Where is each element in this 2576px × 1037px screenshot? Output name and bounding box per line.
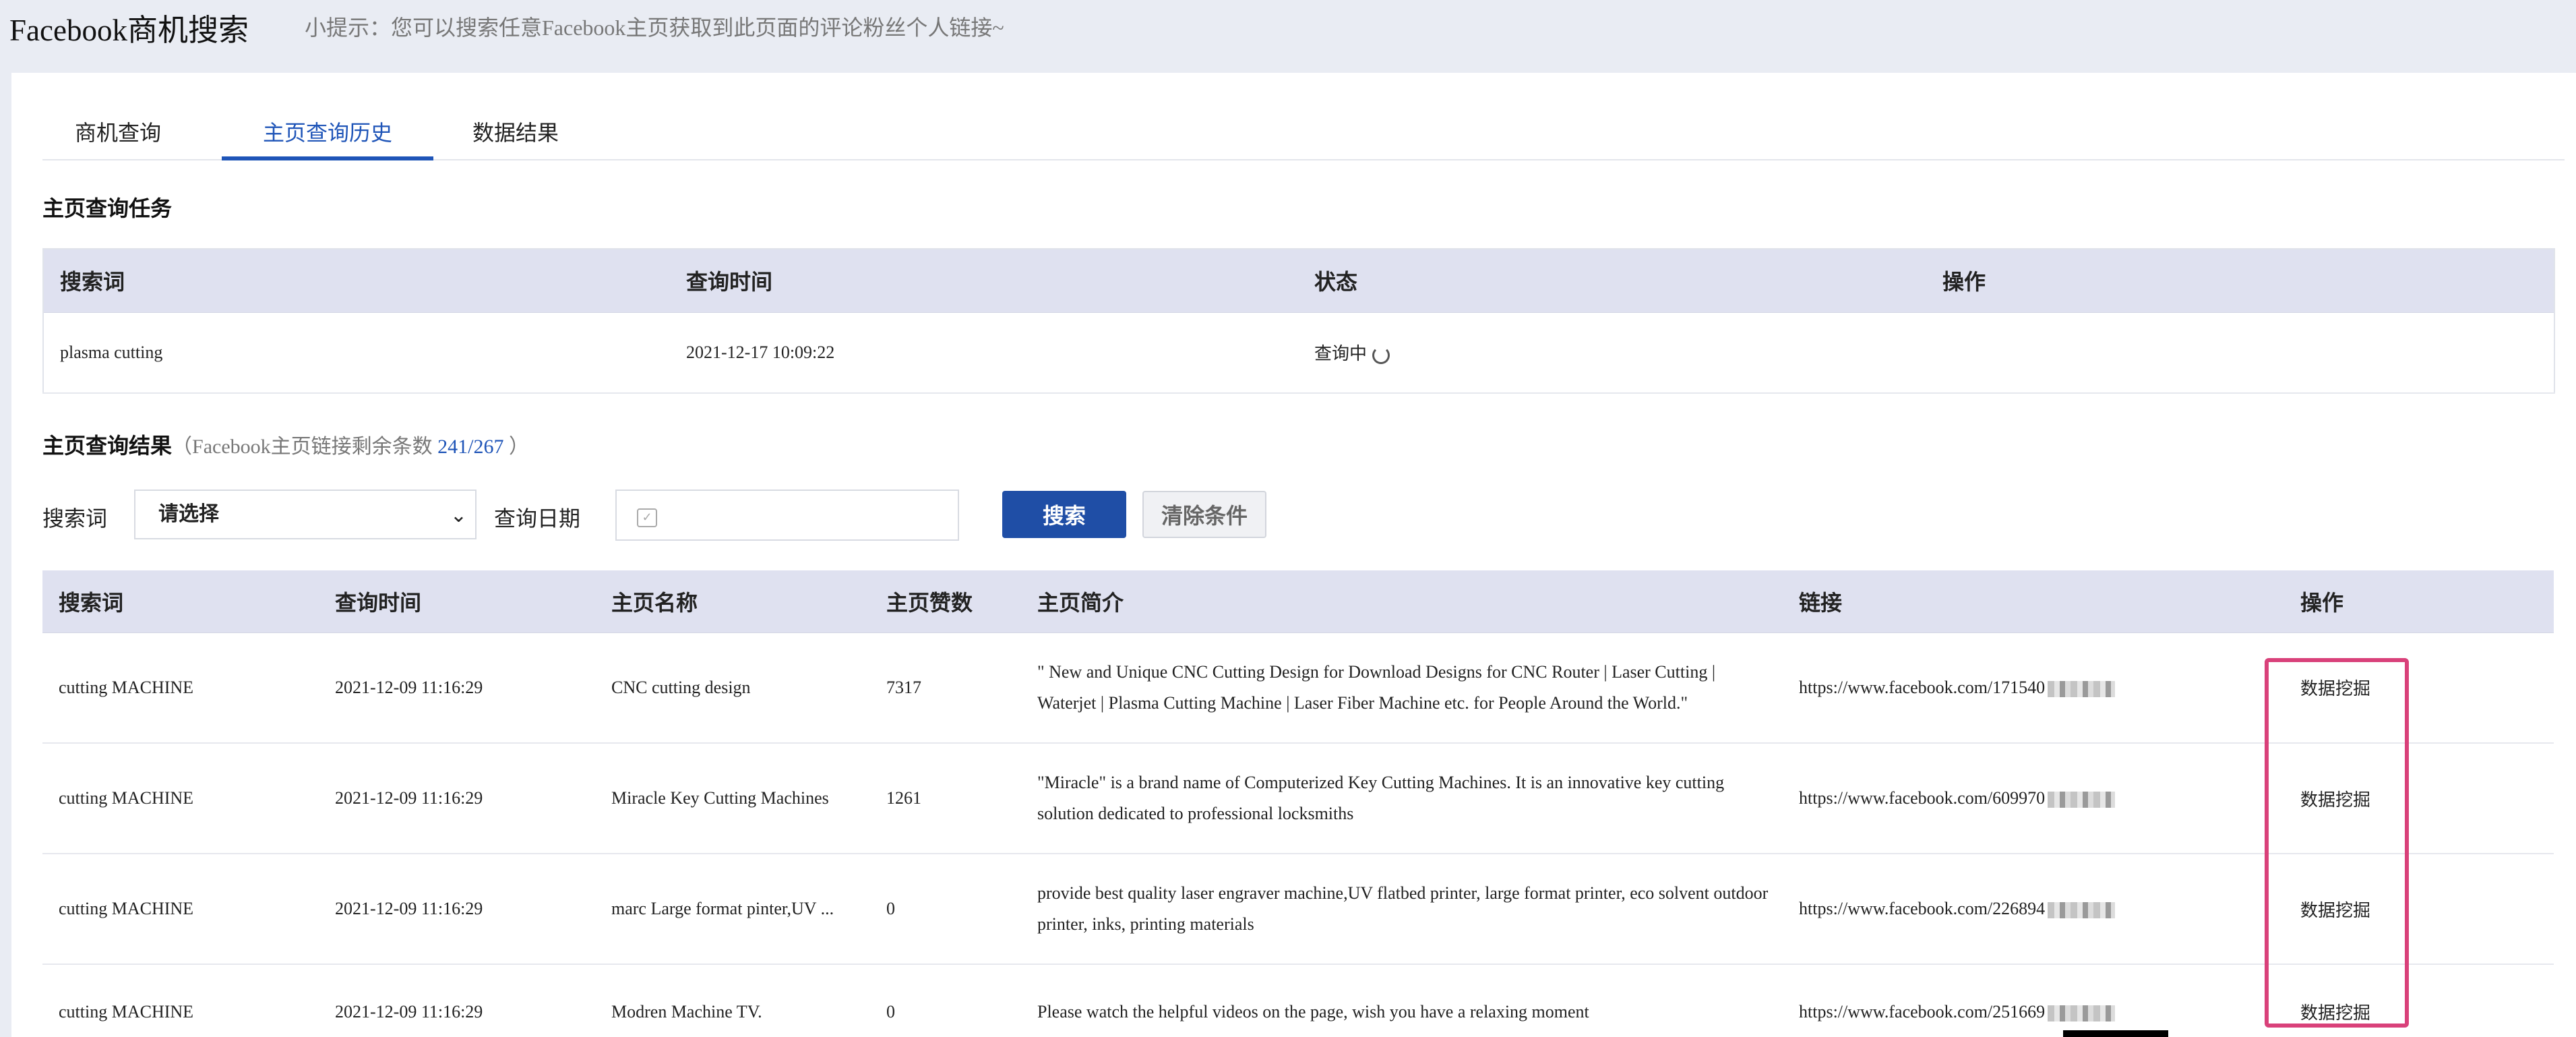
- row-time: 2021-12-09 11:16:29: [319, 854, 595, 965]
- row-description: provide best quality laser engraver mach…: [1021, 854, 1783, 965]
- result-section-title: 主页查询结果（Facebook主页链接剩余条数 241/267 ）: [42, 429, 529, 460]
- task-table-header: 搜索词 查询时间 状态 操作: [43, 249, 2554, 313]
- row-action: 数据挖掘: [2284, 854, 2554, 965]
- column-header: 查询时间: [319, 570, 595, 633]
- tab-opportunity-search[interactable]: 商机查询: [63, 105, 173, 160]
- column-header: 搜索词: [42, 570, 319, 633]
- row-likes: 0: [870, 854, 1021, 965]
- column-header: 操作: [1926, 249, 2554, 313]
- data-mining-button[interactable]: 数据挖掘: [2300, 1003, 2370, 1023]
- status-text: 查询中: [1314, 344, 1368, 364]
- hint-text: 小提示：您可以搜索任意Facebook主页获取到此页面的评论粉丝个人链接~: [305, 16, 1004, 40]
- data-mining-button[interactable]: 数据挖掘: [2300, 679, 2370, 699]
- calendar-icon: ✓: [637, 508, 657, 527]
- keyword-filter-label: 搜索词: [42, 506, 108, 531]
- task-time: 2021-12-17 10:09:22: [670, 312, 1298, 394]
- date-filter-label: 查询日期: [494, 506, 581, 531]
- link-text[interactable]: https://www.facebook.com/251669: [1799, 1002, 2045, 1021]
- chevron-down-icon: ⌄: [450, 504, 467, 527]
- tab-homepage-history[interactable]: 主页查询历史: [222, 105, 433, 160]
- result-title: 主页查询结果: [42, 434, 173, 458]
- remaining-prefix: （Facebook主页链接剩余条数: [172, 436, 438, 458]
- link-text[interactable]: https://www.facebook.com/609970: [1799, 788, 2045, 808]
- column-header: 查询时间: [670, 249, 1298, 313]
- table-row: plasma cutting 2021-12-17 10:09:22 查询中: [43, 312, 2554, 394]
- row-keyword: cutting MACHINE: [42, 743, 319, 854]
- redacted-blur: [2048, 792, 2116, 808]
- row-page-name: Modren Machine TV.: [611, 1001, 762, 1021]
- link-text[interactable]: https://www.facebook.com/171540: [1799, 678, 2045, 697]
- task-keyword: plasma cutting: [43, 312, 670, 394]
- row-time: 2021-12-09 11:16:29: [319, 743, 595, 854]
- column-header: 状态: [1298, 249, 1926, 313]
- remaining-suffix: ）: [503, 436, 529, 458]
- row-action: 数据挖掘: [2284, 632, 2554, 744]
- data-mining-button[interactable]: 数据挖掘: [2300, 901, 2370, 920]
- row-page-name: marc Large format pinter,UV ...: [595, 854, 870, 965]
- column-header: 操作: [2284, 570, 2554, 633]
- row-link[interactable]: https://www.facebook.com/226894: [1783, 854, 2284, 965]
- task-table: 搜索词 查询时间 状态 操作 plasma cutting 2021-12-17…: [42, 248, 2555, 394]
- tab-bar: 商机查询 主页查询历史 数据结果: [42, 105, 2565, 160]
- row-link[interactable]: https://www.facebook.com/251669: [1783, 964, 2284, 1037]
- row-description: "Miracle" is a brand name of Computerize…: [1021, 743, 1783, 854]
- row-keyword: cutting MACHINE: [42, 632, 319, 744]
- task-section-title: 主页查询任务: [42, 196, 173, 220]
- main-panel: 商机查询 主页查询历史 数据结果 主页查询任务 搜索词 查询时间 状态 操作 p…: [11, 73, 2576, 1037]
- column-header: 主页简介: [1021, 570, 1783, 633]
- redaction-mask: [2063, 1030, 2168, 1037]
- row-time: 2021-12-09 11:16:29: [319, 632, 595, 744]
- row-likes: 0: [886, 1001, 895, 1021]
- remaining-count: 241/267: [437, 436, 504, 458]
- row-time: 2021-12-09 11:16:29: [335, 1001, 483, 1021]
- table-row: cutting MACHINE 2021-12-09 11:16:29 CNC …: [42, 632, 2554, 744]
- date-input[interactable]: ✓: [615, 490, 959, 541]
- row-page-name: CNC cutting design: [595, 632, 870, 744]
- results-table: 搜索词 查询时间 主页名称 主页赞数 主页简介 链接 操作 cutting MA…: [42, 570, 2554, 1037]
- remaining-info: （Facebook主页链接剩余条数 241/267 ）: [172, 436, 529, 458]
- row-likes: 7317: [870, 632, 1021, 744]
- table-row: cutting MACHINE 2021-12-09 11:16:29 Mira…: [42, 743, 2554, 854]
- row-link[interactable]: https://www.facebook.com/171540: [1783, 632, 2284, 744]
- row-likes: 1261: [870, 743, 1021, 854]
- column-header: 主页名称: [595, 570, 870, 633]
- task-action: [1926, 312, 2554, 394]
- tab-data-results[interactable]: 数据结果: [460, 105, 571, 160]
- table-row: cutting MACHINE 2021-12-09 11:16:29 marc…: [42, 854, 2554, 965]
- column-header: 搜索词: [43, 249, 670, 313]
- column-header: 链接: [1783, 570, 2284, 633]
- redacted-blur: [2048, 902, 2116, 919]
- row-action: 数据挖掘: [2284, 743, 2554, 854]
- keyword-select-value: 请选择: [158, 503, 219, 525]
- row-link[interactable]: https://www.facebook.com/609970: [1783, 743, 2284, 854]
- table-row: cutting MACHINE 2021-12-09 11:16:29 Modr…: [42, 964, 2554, 1037]
- row-description: Please watch the helpful videos on the p…: [1037, 1001, 1589, 1021]
- task-status: 查询中: [1298, 312, 1926, 394]
- redacted-blur: [2048, 680, 2116, 697]
- row-page-name: Miracle Key Cutting Machines: [595, 743, 870, 854]
- clear-conditions-button[interactable]: 清除条件: [1142, 491, 1266, 538]
- row-action: 数据挖掘: [2284, 964, 2554, 1037]
- app-title: Facebook商机搜索: [9, 13, 249, 47]
- row-keyword: cutting MACHINE: [59, 1001, 194, 1021]
- link-text[interactable]: https://www.facebook.com/226894: [1799, 899, 2045, 918]
- data-mining-button[interactable]: 数据挖掘: [2300, 790, 2370, 810]
- column-header: 主页赞数: [870, 570, 1021, 633]
- row-keyword: cutting MACHINE: [42, 854, 319, 965]
- results-table-header: 搜索词 查询时间 主页名称 主页赞数 主页简介 链接 操作: [42, 570, 2554, 633]
- top-bar: Facebook商机搜索 小提示：您可以搜索任意Facebook主页获取到此页面…: [0, 0, 2576, 74]
- search-button[interactable]: 搜索: [1002, 491, 1126, 538]
- keyword-select[interactable]: 请选择 ⌄: [134, 490, 477, 539]
- redacted-blur: [2048, 1005, 2116, 1021]
- row-description: " New and Unique CNC Cutting Design for …: [1021, 632, 1783, 744]
- loading-spinner-icon: [1372, 347, 1390, 365]
